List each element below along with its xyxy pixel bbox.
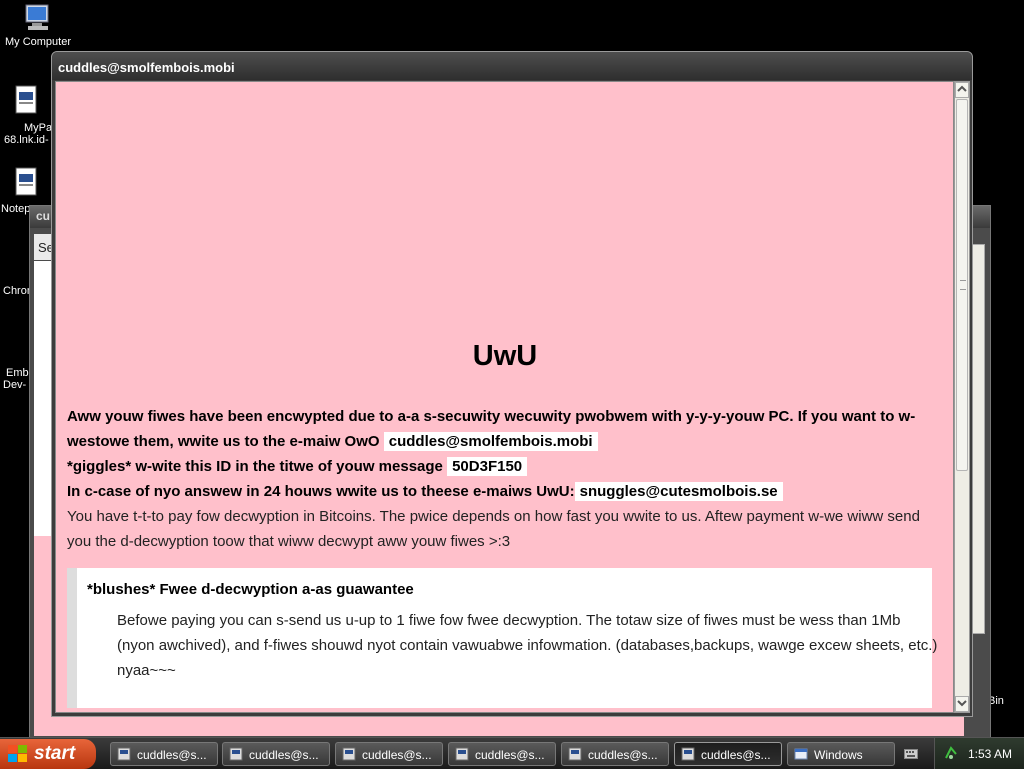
keyboard-icon[interactable] — [904, 747, 918, 759]
chevron-up-icon — [957, 85, 967, 92]
my-computer-label: My Computer — [4, 36, 72, 48]
taskbar-button-3[interactable]: cuddles@s... — [335, 742, 443, 766]
app-icon — [229, 747, 243, 761]
taskbar: start cuddles@s... cuddles@s... cuddles@… — [0, 737, 1024, 769]
taskbar-button-5[interactable]: cuddles@s... — [561, 742, 669, 766]
my-computer-desktop-icon[interactable]: My Computer — [0, 2, 78, 48]
grip-icon — [960, 280, 966, 290]
app-icon — [455, 747, 469, 761]
network-icon[interactable] — [943, 745, 959, 761]
taskbar-button-windows[interactable]: Windows — [787, 742, 895, 766]
id-instruction: *giggles* w-wite this ID in the titwe of… — [67, 454, 943, 479]
note-content[interactable]: UwU Aww youw fiwes have been encwypted d… — [55, 81, 954, 713]
guarantee-body: Befowe paying you can s-send us u-up to … — [117, 612, 938, 679]
mypa-label: MyPa — [24, 122, 53, 134]
notepad-desktop-icon[interactable] — [0, 166, 54, 200]
emb-label: Emb — [6, 367, 29, 379]
victim-id[interactable]: 50D3F150 — [447, 457, 528, 476]
scroll-thumb[interactable] — [956, 99, 968, 471]
notepad-label: Notep — [1, 203, 31, 215]
taskbar-button-4[interactable]: cuddles@s... — [448, 742, 556, 766]
guarantee-title: *blushes* Fwee d-decwyption a-as guawant… — [87, 581, 414, 598]
computer-icon — [22, 2, 54, 34]
mypa-shortcut-desktop-icon[interactable] — [0, 84, 54, 118]
free-decryption-box: *blushes* Fwee d-decwyption a-as guawant… — [67, 568, 937, 708]
app-icon — [117, 747, 131, 761]
contact-email-secondary[interactable]: snuggles@cutesmolbois.se — [574, 482, 783, 501]
vertical-scrollbar[interactable] — [954, 81, 970, 713]
app-icon — [342, 747, 356, 761]
scroll-down-button[interactable] — [955, 696, 969, 712]
start-button[interactable]: start — [0, 739, 96, 769]
encrypted-message: Aww youw fiwes have been encwypted due t… — [67, 408, 916, 451]
windows-flag-icon — [8, 745, 28, 763]
start-label: start — [34, 743, 76, 764]
window-title: cuddles@smolfembois.mobi — [58, 60, 235, 75]
window-titlebar[interactable]: cuddles@smolfembois.mobi — [52, 52, 972, 80]
document-icon — [10, 166, 42, 198]
note-heading: UwU — [472, 340, 538, 372]
taskbar-button-2[interactable]: cuddles@s... — [222, 742, 330, 766]
contact-email-primary[interactable]: cuddles@smolfembois.mobi — [383, 432, 598, 451]
app-icon — [568, 747, 582, 761]
clock[interactable]: 1:53 AM — [968, 747, 1012, 761]
taskbar-button-1[interactable]: cuddles@s... — [110, 742, 218, 766]
taskbar-button-6-active[interactable]: cuddles@s... — [674, 742, 782, 766]
ransom-note-window[interactable]: cuddles@smolfembois.mobi UwU Aww youw fi… — [51, 51, 973, 717]
folder-window-icon — [794, 747, 808, 761]
payment-instruction: You have t-t-to pay fow decwyption in Bi… — [67, 508, 920, 550]
emb-label-line2: Dev- — [3, 379, 27, 391]
mypa-label-line2: 68.lnk.id- — [4, 134, 49, 146]
app-icon — [681, 747, 695, 761]
document-icon — [10, 84, 42, 116]
fallback-instruction: In c-case of nyo answew in 24 houws wwit… — [67, 479, 943, 504]
chevron-down-icon — [957, 700, 967, 707]
scroll-up-button[interactable] — [955, 82, 969, 98]
